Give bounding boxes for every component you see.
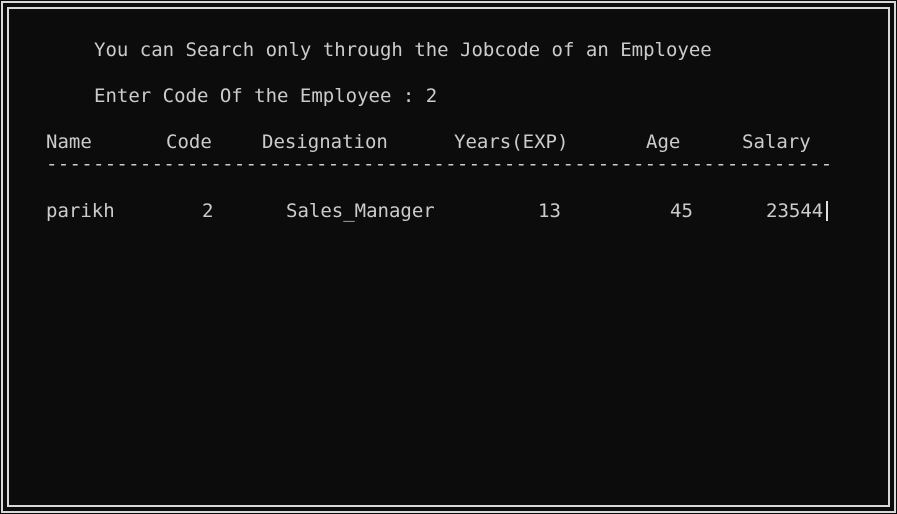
search-info-text: You can Search only through the Jobcode … bbox=[94, 39, 712, 61]
header-age: Age bbox=[646, 131, 681, 153]
row-code: 2 bbox=[202, 200, 214, 222]
header-designation: Designation bbox=[262, 131, 388, 153]
header-years-exp: Years(EXP) bbox=[454, 131, 569, 153]
row-designation: Sales_Manager bbox=[286, 200, 435, 222]
row-age: 45 bbox=[670, 200, 693, 222]
code-input-prompt: Enter Code Of the Employee : 2 bbox=[94, 85, 438, 107]
row-salary: 23544 bbox=[766, 200, 824, 222]
console-output: You can Search only through the Jobcode … bbox=[0, 0, 897, 514]
row-name: parikh bbox=[46, 200, 115, 222]
header-name: Name bbox=[46, 131, 92, 153]
table-separator: ----------------------------------------… bbox=[46, 153, 833, 175]
header-salary: Salary bbox=[742, 131, 811, 153]
row-years-exp: 13 bbox=[538, 200, 561, 222]
text-cursor bbox=[826, 201, 828, 221]
header-code: Code bbox=[166, 131, 212, 153]
